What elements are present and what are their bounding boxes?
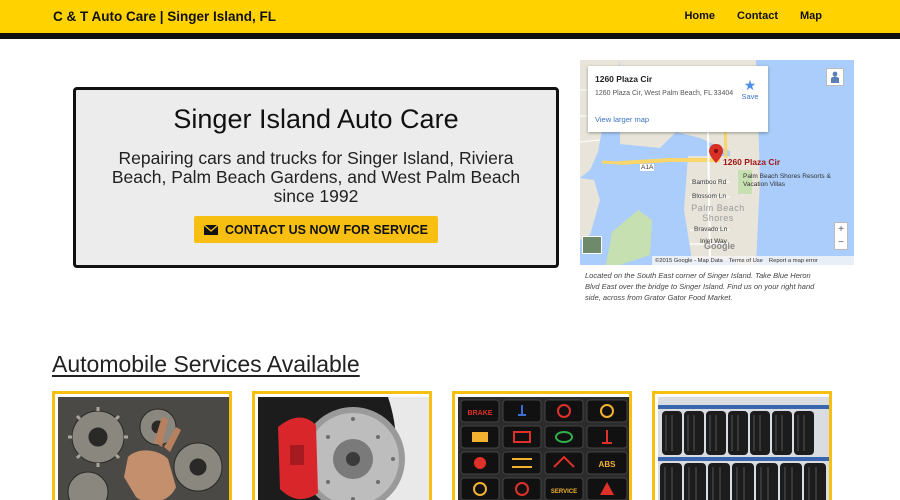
brake-disc-photo [258, 397, 429, 500]
map-place-name: 1260 Plaza Cir [595, 74, 653, 84]
map-zoom-control[interactable]: + − [834, 222, 848, 250]
view-larger-map-link[interactable]: View larger map [595, 115, 649, 124]
map-place-address: 1260 Plaza Cir, West Palm Beach, FL 3340… [595, 90, 734, 97]
save-label: Save [741, 92, 759, 101]
gear-repair-photo [58, 397, 229, 500]
hero-title: Singer Island Auto Care [173, 104, 459, 134]
service-card-engine-repair[interactable] [52, 391, 232, 500]
site-title[interactable]: C & T Auto Care | Singer Island, FL [53, 9, 276, 24]
map-copyright: ©2015 Google - Map Data [655, 257, 723, 264]
embedded-map[interactable]: A1A Palm Beach Shores Resorts & Vacation… [580, 60, 854, 265]
main-nav: Home Contact Map [684, 10, 822, 22]
satellite-toggle-thumbnail[interactable] [582, 236, 602, 254]
service-card-tires[interactable] [652, 391, 832, 500]
map-terms-link[interactable]: Terms of Use [729, 258, 763, 264]
star-icon: ★ [743, 77, 757, 93]
tires-rack-photo [658, 397, 829, 500]
contact-us-button[interactable]: CONTACT US NOW FOR SERVICE [193, 216, 438, 243]
google-logo: Google [704, 241, 735, 251]
map-footer: ©2015 Google - Map Data Terms of Use Rep… [652, 256, 854, 265]
save-place-button[interactable]: ★ Save [738, 78, 762, 101]
service-card-diagnostics[interactable]: BRAKE ABS SERVICE [452, 391, 632, 500]
top-bar: C & T Auto Care | Singer Island, FL Home… [0, 0, 900, 33]
map-label-palm-beach-shores: Palm Beach Shores [691, 203, 745, 223]
zoom-in-button[interactable]: + [835, 223, 847, 236]
nav-home-link[interactable]: Home [684, 10, 715, 22]
dashboard-warning-lights-photo: BRAKE ABS SERVICE [458, 397, 629, 500]
abs-warning-icon: ABS [599, 460, 617, 469]
map-caption: Located on the South East corner of Sing… [585, 271, 815, 302]
nav-contact-link[interactable]: Contact [737, 10, 778, 22]
envelope-icon [203, 224, 218, 235]
hero-subtitle: Repairing cars and trucks for Singer Isl… [111, 148, 521, 206]
map-info-card: 1260 Plaza Cir 1260 Plaza Cir, West Palm… [588, 66, 768, 132]
service-warning-icon: SERVICE [551, 489, 577, 495]
hero-box: Singer Island Auto Care Repairing cars a… [73, 87, 559, 268]
services-heading: Automobile Services Available [52, 351, 360, 377]
zoom-out-button[interactable]: − [835, 236, 847, 249]
map-report-link[interactable]: Report a map error [769, 258, 818, 264]
street-view-pegman-icon[interactable] [826, 68, 844, 86]
map-label-bravado: Bravado Ln [694, 226, 728, 233]
map-label-a1a: A1A [640, 164, 655, 171]
service-card-brakes[interactable] [252, 391, 432, 500]
map-label-blossom: Blossom Ln [692, 193, 726, 200]
map-label-resort: Palm Beach Shores Resorts & Vacation Vil… [743, 173, 831, 188]
map-pin-label: 1260 Plaza Cir [723, 157, 781, 167]
nav-map-link[interactable]: Map [800, 10, 822, 22]
header-divider [0, 33, 900, 39]
contact-us-label: CONTACT US NOW FOR SERVICE [224, 222, 428, 237]
brake-warning-icon: BRAKE [468, 410, 493, 417]
map-label-bamboo: Bamboo Rd [692, 179, 727, 186]
